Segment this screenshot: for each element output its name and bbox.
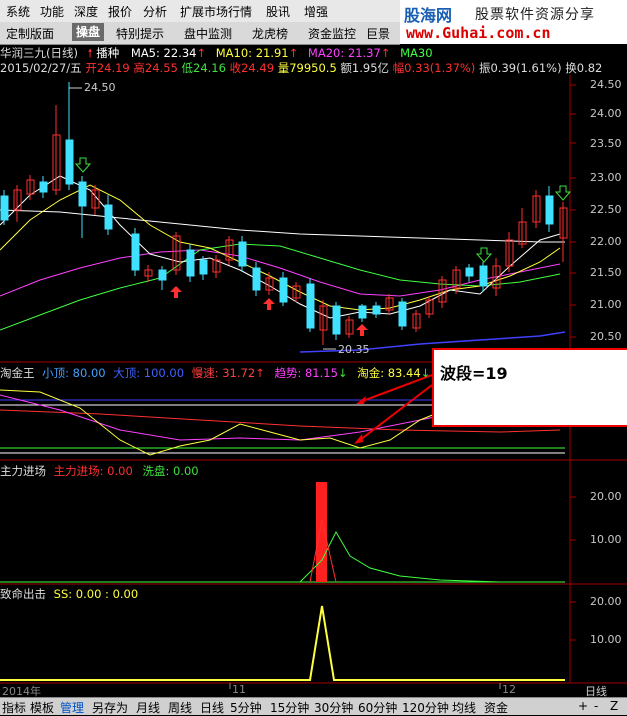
zoom-in-button[interactable]: +	[578, 699, 588, 713]
wash-label: 洗盘: 0.00	[142, 464, 199, 478]
small-top-label: 小顶: 80.00	[42, 366, 106, 380]
annotation-callout: 波段=19	[432, 348, 627, 427]
x-axis: 2014年 11 12 日线	[0, 683, 627, 698]
btab-save-as[interactable]: 另存为	[92, 699, 128, 716]
callout-text: 波段=19	[440, 364, 508, 383]
x-label-nov: 11	[232, 683, 246, 696]
btab-monthly[interactable]: 月线	[136, 699, 160, 716]
y-tick: 20.50	[590, 330, 622, 343]
y-tick: 23.50	[590, 137, 622, 150]
btab-template[interactable]: 模板	[30, 699, 54, 716]
indicator1-name[interactable]: 淘金王	[0, 366, 35, 380]
y-tick: 21.00	[590, 298, 622, 311]
y-tick: 22.50	[590, 203, 622, 216]
ind2-y-tick: 20.00	[590, 490, 622, 503]
x-label-dec: 12	[502, 683, 516, 696]
btab-120min[interactable]: 120分钟	[402, 699, 449, 716]
trend-label: 趋势: 81.15	[274, 366, 338, 380]
indicator1-header: 淘金王 小顶: 80.00 大顶: 100.00 慢速: 31.72↑ 趋势: …	[0, 365, 461, 381]
low-price-mark: 20.35	[338, 343, 370, 356]
btab-5min[interactable]: 5分钟	[230, 699, 262, 716]
ind3-y-tick: 10.00	[590, 633, 622, 646]
indicator2-plot	[0, 482, 576, 583]
btab-30min[interactable]: 30分钟	[314, 699, 353, 716]
high-price-mark: 24.50	[84, 81, 116, 94]
y-tick: 21.50	[590, 266, 622, 279]
slow-label: 慢速: 31.72	[191, 366, 256, 380]
zoom-out-button[interactable]: -	[594, 699, 598, 713]
taojin-label: 淘金: 83.44	[357, 366, 421, 380]
taojin-down-icon: ↓	[420, 366, 431, 380]
y-tick: 22.00	[590, 235, 622, 248]
btab-15min[interactable]: 15分钟	[270, 699, 309, 716]
btab-daily[interactable]: 日线	[200, 699, 224, 716]
y-tick: 24.50	[590, 78, 622, 91]
indicator3-name[interactable]: 致命出击	[0, 587, 46, 601]
slow-up-icon: ↑	[255, 366, 265, 380]
btab-60min[interactable]: 60分钟	[358, 699, 397, 716]
indicator3-plot	[0, 601, 576, 681]
y-tick: 24.00	[590, 107, 622, 120]
indicator3-header: 致命出击 SS: 0.00 : 0.00	[0, 586, 138, 602]
candles	[0, 82, 568, 345]
ma30-long-line	[0, 209, 565, 243]
big-top-label: 大顶: 100.00	[113, 366, 185, 380]
z-button[interactable]: Z	[610, 699, 618, 713]
bottom-toolbar: 指标 模板 管理 另存为 月线 周线 日线 5分钟 15分钟 30分钟 60分钟…	[0, 697, 627, 715]
btab-manage[interactable]: 管理	[60, 699, 84, 716]
ss-label: SS: 0.00 : 0.00	[53, 587, 139, 601]
main-entry-label: 主力进场: 0.00	[53, 464, 133, 478]
main-entry-bar	[316, 482, 327, 582]
indicator2-name[interactable]: 主力进场	[0, 464, 46, 478]
indicator2-header: 主力进场 主力进场: 0.00 洗盘: 0.00	[0, 463, 199, 479]
ind2-y-tick: 10.00	[590, 533, 622, 546]
btab-indicator[interactable]: 指标	[2, 699, 26, 716]
ind3-y-tick: 20.00	[590, 595, 622, 608]
btab-weekly[interactable]: 周线	[168, 699, 192, 716]
btab-ma[interactable]: 均线	[452, 699, 476, 716]
y-tick: 23.00	[590, 171, 622, 184]
btab-fund[interactable]: 资金	[484, 699, 508, 716]
trend-down-icon: ↓	[337, 366, 348, 380]
